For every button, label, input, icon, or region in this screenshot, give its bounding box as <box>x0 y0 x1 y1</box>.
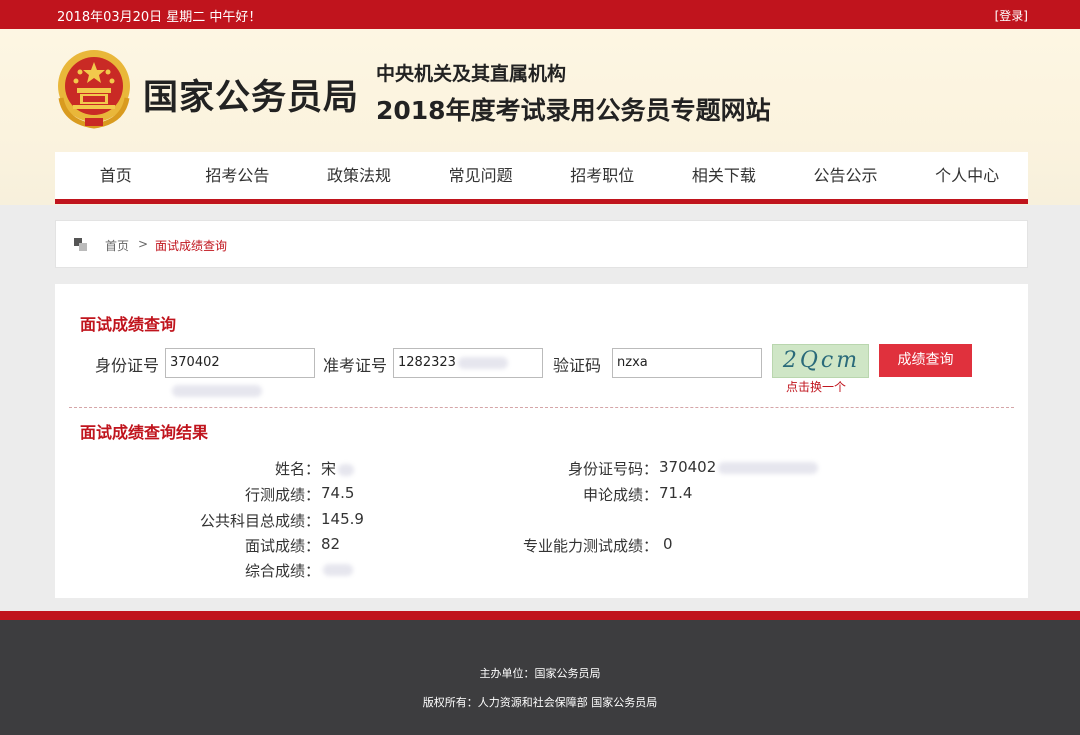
site-title: 2018年度考试录用公务员专题网站 <box>376 96 771 125</box>
redacted-mask <box>718 461 819 474</box>
ticket-number-input[interactable]: 1282323 <box>393 348 543 378</box>
site-name: 国家公务员局 <box>143 78 360 118</box>
xingce-value: 74.5 <box>321 484 355 502</box>
interview-key: 面试成绩： <box>244 537 320 555</box>
id-number-result-value: 370402 <box>659 458 819 476</box>
divider <box>69 407 1014 408</box>
overall-key: 综合成绩： <box>244 562 320 580</box>
national-emblem-icon <box>58 50 130 129</box>
query-score-button[interactable]: 成绩查询 <box>879 344 972 377</box>
breadcrumb-square-icon <box>74 238 87 251</box>
public-total-key: 公共科目总成绩： <box>199 512 320 530</box>
id-number-label: 身份证号 <box>95 356 160 375</box>
redacted-mask <box>172 384 262 397</box>
interview-value: 82 <box>321 535 341 553</box>
captcha-image-text: 2Qcm <box>782 348 861 373</box>
nav-home[interactable]: 首页 <box>55 152 177 199</box>
ticket-number-label: 准考证号 <box>323 356 388 375</box>
query-title: 面试成绩查询 <box>80 315 177 334</box>
nav-downloads[interactable]: 相关下载 <box>663 152 785 199</box>
captcha-label: 验证码 <box>553 356 602 375</box>
top-bar: 2018年03月20日 星期二 中午好！ [登录] <box>0 0 1080 29</box>
nav-policies[interactable]: 政策法规 <box>298 152 420 199</box>
nav-personal-center[interactable]: 个人中心 <box>906 152 1028 199</box>
breadcrumb-separator: > <box>138 237 149 251</box>
login-link[interactable]: [登录] <box>995 7 1028 24</box>
site-subtitle: 中央机关及其直属机构 <box>376 63 567 85</box>
result-title: 面试成绩查询结果 <box>80 423 209 442</box>
id-number-input[interactable]: 370402 <box>165 348 315 397</box>
main-nav: 首页 招考公告 政策法规 常见问题 招考职位 相关下载 公告公示 个人中心 <box>55 152 1028 204</box>
captcha-input[interactable]: nzxa <box>612 348 762 378</box>
redacted-mask <box>323 563 353 576</box>
score-query-panel: 面试成绩查询 身份证号 370402 准考证号 1282323 验证码 nzxa… <box>55 284 1028 598</box>
name-value: 宋 <box>321 458 355 479</box>
shenlun-key: 申论成绩： <box>582 486 658 504</box>
redacted-mask <box>457 356 508 369</box>
xingce-key: 行测成绩： <box>244 486 320 504</box>
shenlun-value: 71.4 <box>659 484 693 502</box>
captcha-image[interactable]: 2Qcm <box>772 344 869 378</box>
name-key: 姓名： <box>274 460 320 478</box>
nav-announcements[interactable]: 招考公告 <box>177 152 299 199</box>
id-number-value: 370402 <box>170 355 220 370</box>
professional-value: 0 <box>663 535 673 553</box>
breadcrumb-home[interactable]: 首页 <box>105 237 129 254</box>
footer-host: 主办单位：国家公务员局 <box>479 667 601 680</box>
nav-notices[interactable]: 公告公示 <box>785 152 907 199</box>
breadcrumb-current: 面试成绩查询 <box>155 239 228 253</box>
redacted-mask <box>338 463 355 476</box>
breadcrumb: 首页 > 面试成绩查询 <box>55 220 1028 268</box>
professional-key: 专业能力测试成绩： <box>522 537 658 555</box>
captcha-input-value: nzxa <box>617 355 648 370</box>
refresh-captcha-link[interactable]: 点击换一个 <box>786 378 846 395</box>
id-number-key: 身份证号码： <box>567 460 658 478</box>
nav-faq[interactable]: 常见问题 <box>420 152 542 199</box>
footer-copyright: 版权所有：人力资源和社会保障部 国家公务员局 <box>422 696 658 709</box>
date-greeting: 2018年03月20日 星期二 中午好！ <box>57 10 262 25</box>
public-total-value: 145.9 <box>321 510 364 528</box>
overall-value <box>321 560 353 578</box>
ticket-number-value: 1282323 <box>398 355 456 370</box>
site-footer: 主办单位：国家公务员局 版权所有：人力资源和社会保障部 国家公务员局 <box>0 611 1080 735</box>
nav-positions[interactable]: 招考职位 <box>542 152 664 199</box>
